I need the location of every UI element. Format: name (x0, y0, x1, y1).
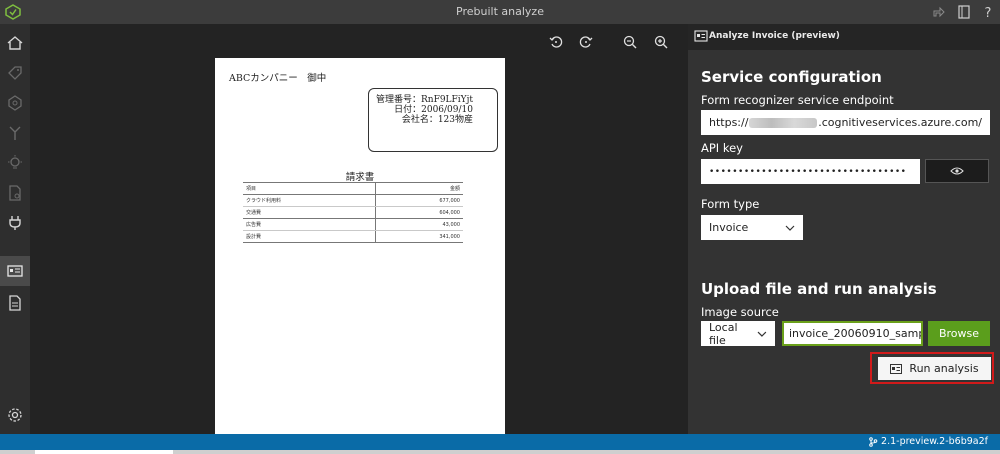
document-info-line: 日付：2006/09/10 (394, 105, 473, 115)
settings-icon (8, 408, 22, 422)
endpoint-label: Form recognizer service endpoint (701, 93, 894, 107)
table-cell-amount: 677,000 (375, 194, 463, 207)
window-title: Prebuilt analyze (456, 5, 544, 18)
eye-icon (950, 167, 964, 175)
table-cell-amount: 341,000 (375, 230, 463, 243)
column-header: 項目 (243, 182, 376, 195)
sidebar-item-plug[interactable] (0, 208, 30, 238)
service-config-heading: Service configuration (701, 68, 882, 86)
chevron-down-icon (757, 331, 767, 337)
layout-document-icon (9, 295, 21, 311)
column-header: 金額 (375, 182, 463, 195)
table-cell-item: 広告費 (243, 218, 376, 231)
table-row: クラウド利用料 677,000 (243, 194, 463, 207)
analyze-panel: Analyze Invoice (preview) Service config… (688, 24, 1000, 434)
home-icon (7, 36, 23, 50)
taskbar-strip (0, 450, 1000, 454)
share-icon[interactable] (931, 4, 947, 20)
sidebar-item-home[interactable] (0, 28, 30, 58)
sidebar-item-document-search[interactable] (0, 178, 30, 208)
image-source-value: Local file (709, 320, 738, 347)
plug-icon (9, 216, 21, 230)
model-compose-icon (8, 95, 22, 111)
run-analysis-label: Run analysis (909, 362, 979, 375)
endpoint-suffix: .cognitiveservices.azure.com/ (818, 116, 982, 129)
table-header-row: 項目 金額 (243, 182, 463, 195)
browse-button[interactable]: Browse (928, 321, 990, 346)
document-info-line: 管理番号：RnF9LFiYjt (376, 95, 473, 105)
help-icon[interactable]: ? (980, 4, 996, 20)
panel-title: Analyze Invoice (preview) (709, 31, 840, 41)
table-row: 交通費 604,000 (243, 206, 463, 219)
sidebar-item-merge[interactable] (0, 118, 30, 148)
show-apikey-button[interactable] (925, 159, 989, 183)
id-card-icon (890, 363, 903, 374)
taskbar-segment (35, 450, 173, 454)
table-row: 広告費 43,000 (243, 218, 463, 231)
sidebar-item-tag[interactable] (0, 58, 30, 88)
id-card-icon (694, 30, 708, 42)
run-analysis-button[interactable]: Run analysis (878, 357, 991, 380)
table-cell-amount: 43,000 (375, 218, 463, 231)
sidebar (0, 24, 30, 434)
form-type-label: Form type (701, 197, 760, 211)
id-card-icon (7, 265, 23, 277)
rotate-left-icon[interactable] (548, 34, 564, 50)
document-info-line: 会社名：123物産 (401, 115, 473, 125)
branch-icon (869, 436, 878, 447)
lightbulb-icon (8, 155, 22, 169)
document-title: 請求書 (345, 172, 375, 183)
panel-header: Analyze Invoice (preview) (688, 24, 1000, 50)
svg-text:?: ? (985, 6, 992, 20)
sidebar-item-layout[interactable] (0, 288, 30, 318)
image-source-select[interactable]: Local file (701, 320, 775, 347)
chevron-down-icon (785, 225, 795, 231)
status-bar: 2.1-preview.2-b6b9a2f (0, 434, 1000, 450)
image-source-label: Image source (701, 305, 779, 319)
table-cell-item: クラウド利用料 (243, 194, 376, 207)
apikey-field[interactable]: •••••••••••••••••••••••••••••••••• (701, 159, 920, 184)
endpoint-field[interactable]: https:// .cognitiveservices.azure.com/ (701, 110, 990, 135)
version-indicator: 2.1-preview.2-b6b9a2f (868, 436, 988, 447)
table-cell-amount: 604,000 (375, 206, 463, 219)
document-addressee: ABCカンパニー 御中 (229, 73, 327, 84)
apikey-label: API key (701, 141, 743, 155)
book-icon[interactable] (956, 4, 972, 20)
version-text: 2.1-preview.2-b6b9a2f (881, 436, 988, 447)
form-type-select[interactable]: Invoice (701, 215, 803, 240)
title-bar: Prebuilt analyze ? (0, 0, 1000, 24)
merge-icon (9, 126, 21, 140)
table-row: 設計費 341,000 (243, 230, 463, 243)
sidebar-item-lightbulb[interactable] (0, 148, 30, 178)
zoom-in-icon[interactable] (653, 34, 669, 50)
file-name-field[interactable]: invoice_20060910_samp... (782, 321, 923, 346)
document-search-icon (9, 185, 21, 201)
invoice-document-page: ABCカンパニー 御中 管理番号：RnF9LFiYjt 日付：2006/09/1… (215, 58, 505, 434)
upload-heading: Upload file and run analysis (701, 280, 937, 298)
tag-icon (8, 66, 22, 80)
document-info-box: 管理番号：RnF9LFiYjt 日付：2006/09/10 会社名：123物産 (368, 88, 498, 152)
sidebar-item-settings[interactable] (0, 400, 30, 430)
table-cell-item: 設計費 (243, 230, 376, 243)
sidebar-item-model-compose[interactable] (0, 88, 30, 118)
rotate-right-icon[interactable] (578, 34, 594, 50)
table-cell-item: 交通費 (243, 206, 376, 219)
invoice-table: 項目 金額 クラウド利用料 677,000 交通費 604,000 広告費 43… (243, 182, 463, 243)
redacted-region (749, 117, 818, 128)
endpoint-prefix: https:// (709, 116, 749, 129)
sidebar-item-prebuilt-analyze[interactable] (0, 256, 30, 286)
zoom-out-icon[interactable] (622, 34, 638, 50)
form-type-value: Invoice (709, 221, 749, 234)
